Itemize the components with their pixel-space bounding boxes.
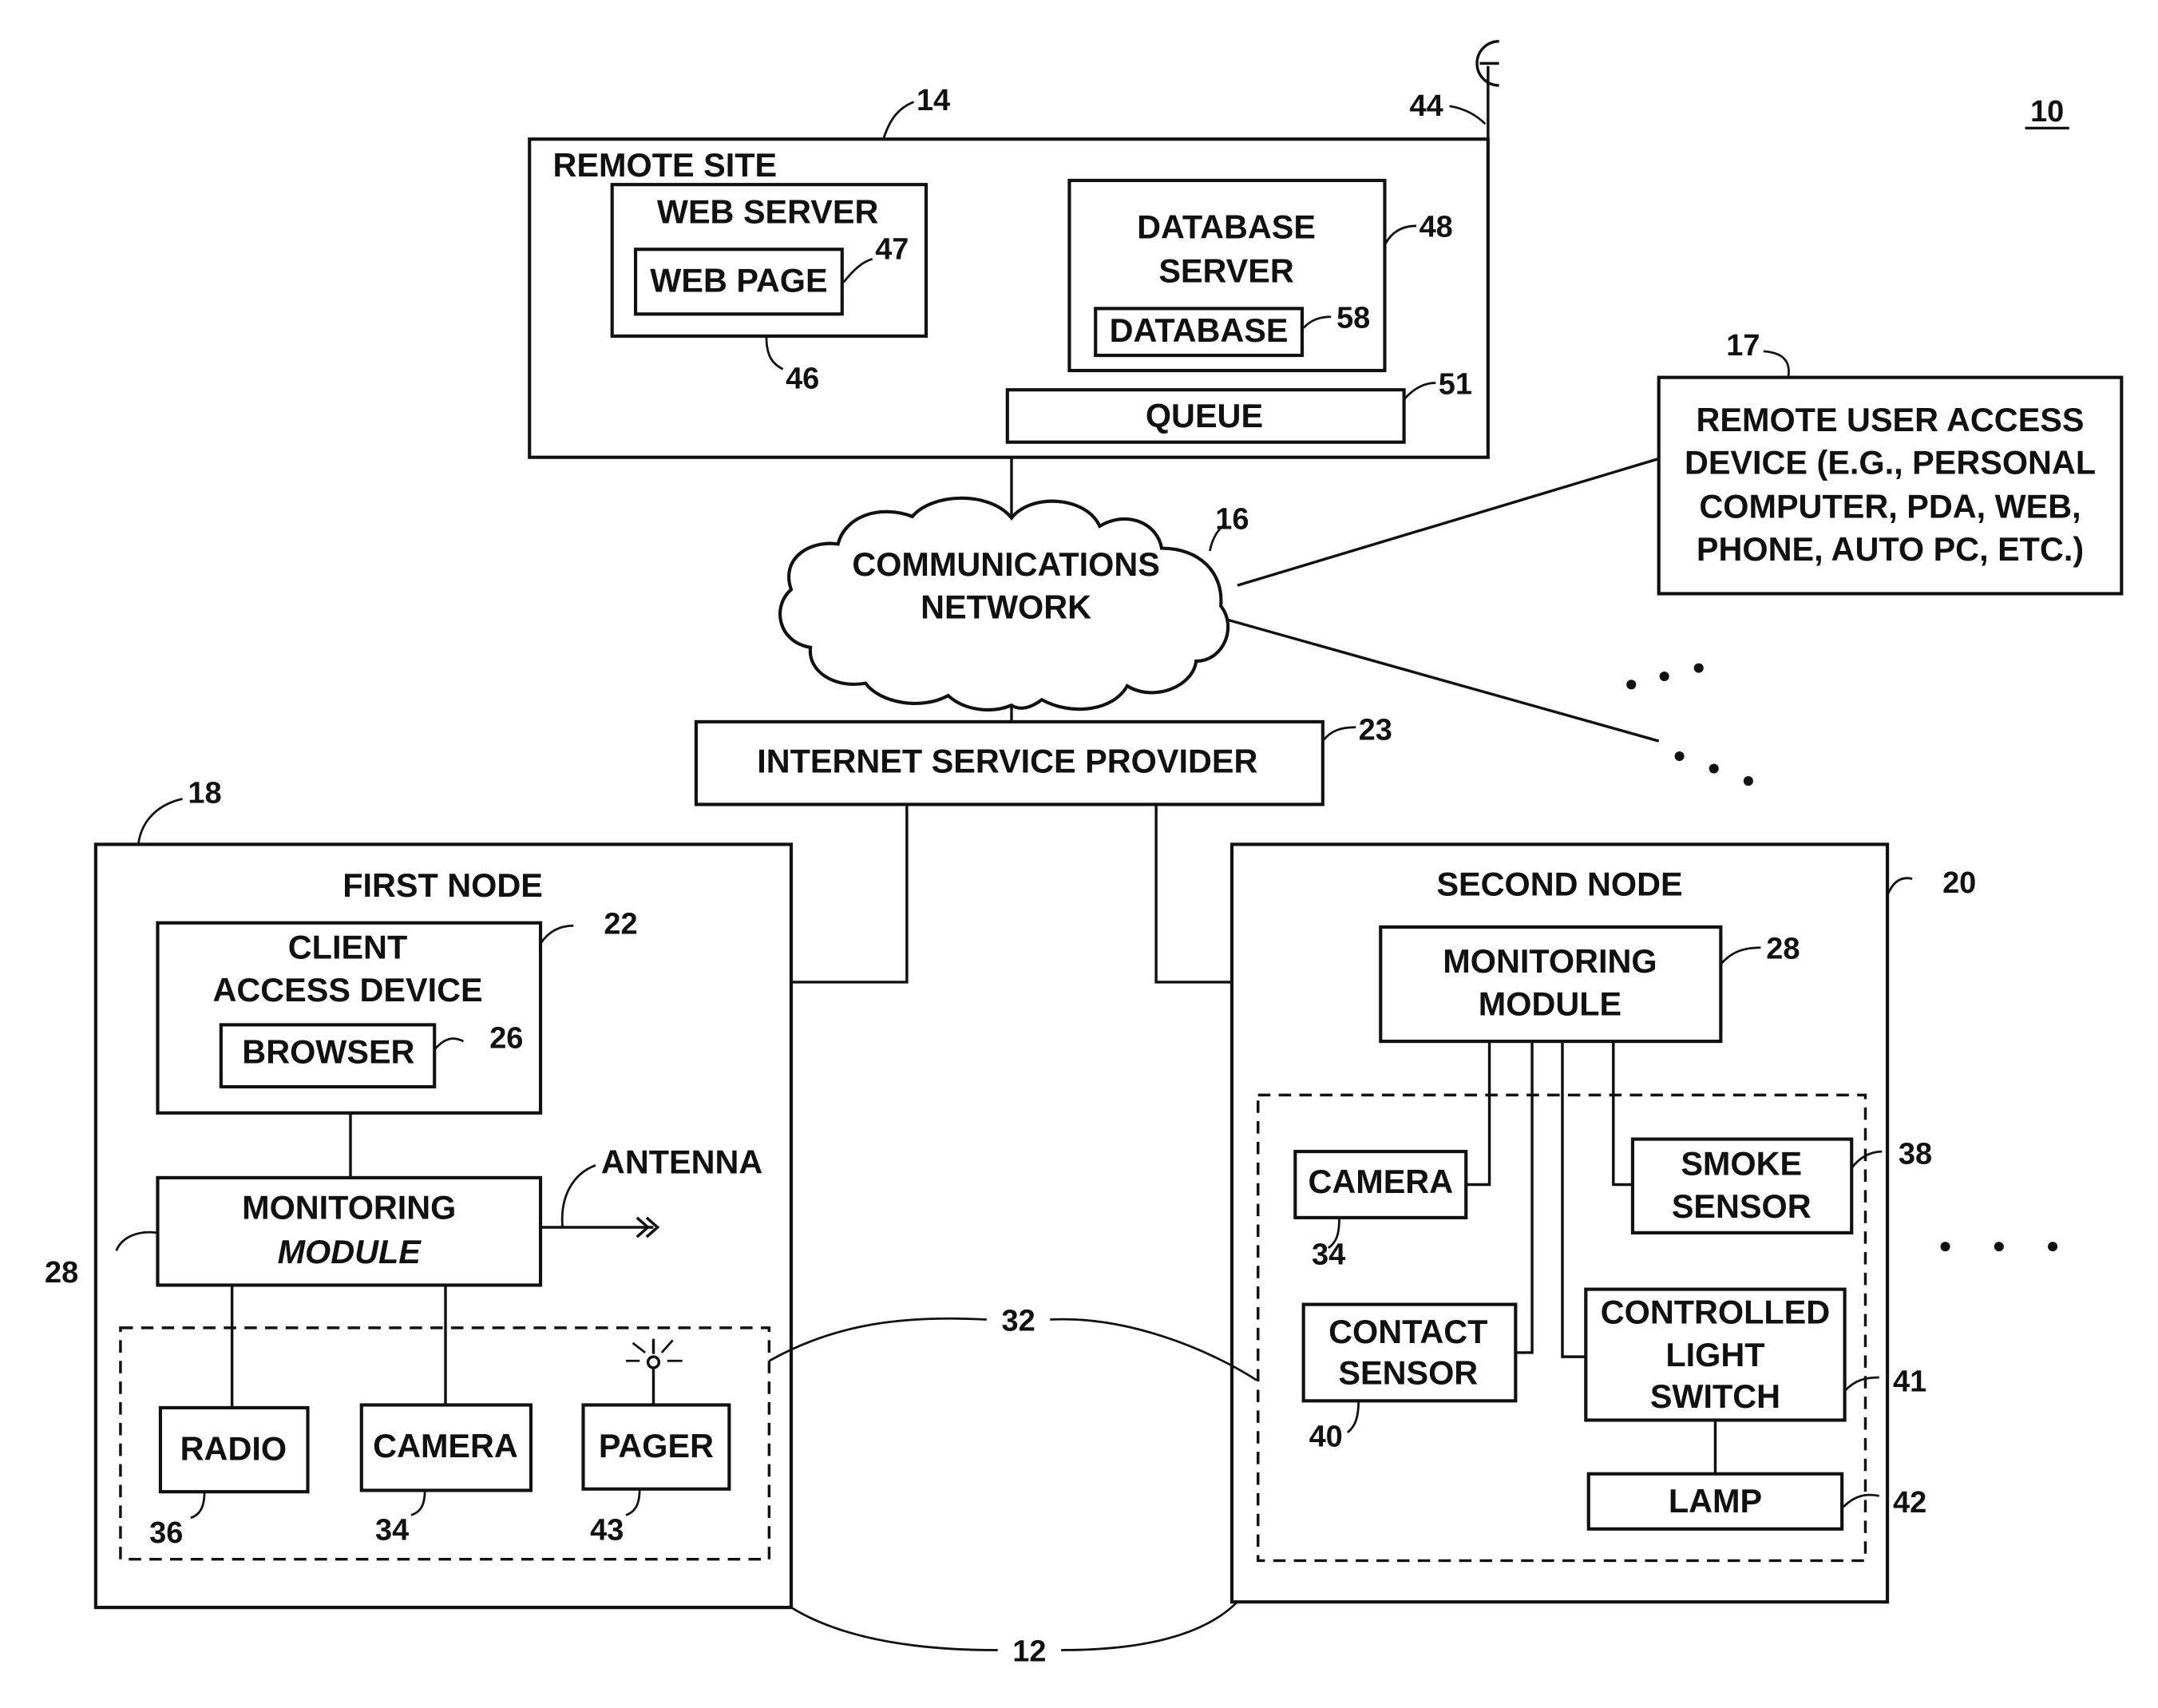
- pager-ref: 43: [590, 1514, 624, 1548]
- remote-user-line-1: REMOTE USER ACCESS: [1697, 402, 2085, 438]
- remote-site-ref: 14: [917, 84, 950, 117]
- queue-ref: 51: [1439, 367, 1472, 401]
- network-ref: 16: [1215, 502, 1249, 536]
- camera-ref: 34: [1312, 1238, 1345, 1272]
- monitor-ref: 28: [1766, 933, 1800, 966]
- second-node-ref: 20: [1942, 866, 1976, 900]
- camera-label: CAMERA: [373, 1428, 518, 1464]
- smoke-label-1: SMOKE: [1681, 1145, 1802, 1182]
- first-node: FIRST NODE 18 CLIENT ACCESS DEVICE BROWS…: [45, 777, 794, 1610]
- ellipsis-dot: [1674, 751, 1685, 762]
- leader-line: [882, 101, 915, 140]
- web-page-ref: 47: [875, 232, 909, 266]
- lamp-ref: 42: [1893, 1486, 1926, 1520]
- device-group-ref: 32: [1001, 1304, 1035, 1337]
- nodes-group-ref: 12: [1012, 1635, 1046, 1668]
- client-ref: 22: [604, 908, 637, 941]
- switch-ref: 41: [1893, 1365, 1926, 1398]
- database-server-label-2: SERVER: [1158, 253, 1294, 290]
- pager-label: PAGER: [599, 1428, 714, 1464]
- browser-label: BROWSER: [242, 1034, 414, 1071]
- contact-label-1: CONTACT: [1328, 1314, 1487, 1350]
- isp-label: INTERNET SERVICE PROVIDER: [757, 743, 1257, 780]
- smoke-label-2: SENSOR: [1672, 1188, 1812, 1225]
- radio-label: RADIO: [180, 1430, 287, 1467]
- contact-ref: 40: [1309, 1420, 1343, 1453]
- queue-label: QUEUE: [1146, 398, 1263, 434]
- database-server-ref: 48: [1420, 211, 1453, 244]
- connector-line: [1237, 457, 1660, 587]
- network-label-1: COMMUNICATIONS: [852, 546, 1160, 583]
- internet-service-provider: INTERNET SERVICE PROVIDER 23: [694, 713, 1392, 806]
- remote-user-line-2: DEVICE (E.G., PERSONAL: [1685, 444, 2096, 481]
- leader-line: [137, 798, 183, 845]
- web-page-label: WEB PAGE: [650, 263, 827, 299]
- database-label: DATABASE: [1110, 312, 1289, 349]
- client-label-2: ACCESS DEVICE: [212, 972, 482, 1009]
- radio-ref: 36: [149, 1516, 183, 1550]
- database-server-label-1: DATABASE: [1137, 208, 1316, 245]
- system-diagram: 10 REMOTE SITE 14 44 WEB SERVER WEB PAGE…: [45, 40, 2124, 1668]
- camera-label: CAMERA: [1308, 1163, 1453, 1200]
- first-node-label: FIRST NODE: [343, 867, 543, 904]
- remote-user-line-3: COMPUTER, PDA, WEB,: [1699, 489, 2081, 525]
- ellipsis-dot: [1626, 680, 1637, 690]
- monitor-ref: 28: [45, 1256, 78, 1290]
- leader-line: [1763, 350, 1790, 378]
- figure-number: 10: [2030, 95, 2064, 129]
- web-server-label: WEB SERVER: [657, 193, 879, 230]
- leader-line: [790, 1606, 998, 1651]
- communications-network: COMMUNICATIONS NETWORK 16: [778, 496, 1249, 711]
- switch-label-3: SWITCH: [1650, 1378, 1780, 1415]
- monitor-label-2: MODULE: [278, 1234, 422, 1270]
- client-label-1: CLIENT: [288, 929, 407, 966]
- remote-user-ref: 17: [1726, 329, 1760, 363]
- leader-line: [1321, 726, 1356, 742]
- leader-line: [1886, 877, 1913, 896]
- leader-line: [1449, 105, 1487, 125]
- remote-site: REMOTE SITE 14 44 WEB SERVER WEB PAGE 47…: [528, 40, 1499, 459]
- smoke-ref: 38: [1899, 1138, 1932, 1171]
- monitor-label-1: MONITORING: [242, 1190, 456, 1227]
- contact-label-2: SENSOR: [1338, 1355, 1478, 1392]
- second-node-label: SECOND NODE: [1436, 866, 1682, 902]
- monitor-label-2: MODULE: [1479, 985, 1621, 1022]
- camera-ref: 34: [375, 1514, 409, 1548]
- ellipsis-dot: [1940, 1242, 1950, 1252]
- leader-line: [768, 1317, 987, 1362]
- browser-ref: 26: [489, 1022, 523, 1056]
- first-node-ref: 18: [188, 777, 221, 810]
- web-server-ref: 46: [786, 362, 819, 395]
- ellipsis-dot: [1743, 776, 1753, 787]
- remote-user-line-4: PHONE, AUTO PC, ETC.): [1697, 531, 2084, 568]
- ellipsis-dot: [2048, 1242, 2058, 1252]
- monitor-label-1: MONITORING: [1443, 943, 1657, 980]
- ellipsis-dot: [1693, 663, 1704, 673]
- antenna-ref: 44: [1409, 89, 1443, 123]
- second-node: SECOND NODE 20 MONITORING MODULE 28 CAME…: [1229, 842, 2058, 1604]
- ellipsis-dot: [1709, 763, 1719, 774]
- remote-site-label: REMOTE SITE: [553, 147, 778, 184]
- switch-label-2: LIGHT: [1665, 1337, 1764, 1373]
- lamp-label: LAMP: [1669, 1483, 1762, 1520]
- remote-user-access-device: REMOTE USER ACCESS DEVICE (E.G., PERSONA…: [1657, 329, 2124, 596]
- ellipsis-dot: [1659, 671, 1669, 682]
- database-ref: 58: [1336, 302, 1370, 335]
- network-label-2: NETWORK: [921, 589, 1091, 626]
- leader-line: [1061, 1601, 1238, 1651]
- antenna-label: ANTENNA: [601, 1144, 762, 1181]
- leader-line: [1050, 1318, 1257, 1381]
- ellipsis-dot: [1994, 1242, 2004, 1252]
- isp-ref: 23: [1359, 713, 1392, 747]
- switch-label-1: CONTROLLED: [1601, 1294, 1830, 1331]
